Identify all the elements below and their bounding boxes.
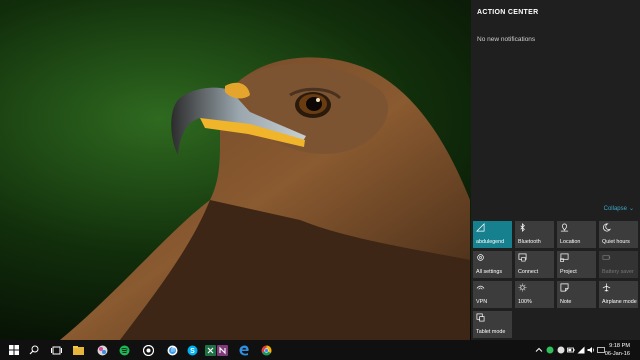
taskbar-app-skype[interactable]: S — [182, 340, 202, 360]
chevron-up-icon[interactable] — [535, 346, 543, 354]
quick-action-tablet-mode[interactable]: Tablet mode — [473, 311, 512, 338]
quick-action-location[interactable]: Location — [557, 221, 596, 248]
taskbar-app-file-explorer[interactable] — [68, 340, 88, 360]
quick-action-label: Airplane mode — [602, 299, 637, 305]
svg-text:S: S — [190, 348, 195, 355]
search-icon — [29, 345, 39, 355]
quick-action-label: Battery saver — [602, 269, 634, 275]
groove-icon — [142, 344, 154, 356]
taskbar-clock[interactable]: 9:18 PM 06-Jan-16 — [605, 342, 630, 358]
media-player-icon — [97, 345, 107, 355]
taskbar: S 9:18 PM 06-Jan-16 — [0, 340, 640, 360]
skype-icon: S — [187, 345, 197, 355]
quick-action-label: Note — [560, 299, 572, 305]
moon-icon — [603, 223, 611, 232]
battery-icon — [602, 255, 611, 260]
location-icon — [560, 223, 569, 232]
keyboard-icon[interactable] — [597, 346, 605, 354]
action-center-title: ACTION CENTER — [477, 9, 539, 16]
quick-action-battery-saver: Battery saver — [599, 251, 638, 278]
tablet-icon — [476, 313, 485, 322]
quick-action-label: 100% — [518, 299, 532, 305]
taskbar-app-edge[interactable] — [234, 340, 254, 360]
clock-time: 9:18 PM — [609, 343, 630, 349]
quick-action-airplane-mode[interactable]: Airplane mode — [599, 281, 638, 308]
quick-action-project[interactable]: Project — [557, 251, 596, 278]
clock-date: 06-Jan-16 — [604, 351, 630, 357]
connect-icon — [518, 253, 527, 262]
search-button[interactable] — [24, 340, 44, 360]
quick-action-connect[interactable]: Connect — [515, 251, 554, 278]
tray-cloud-icon[interactable] — [557, 346, 565, 354]
taskbar-app-onenote[interactable] — [212, 340, 232, 360]
wifi-icon — [476, 223, 485, 232]
quick-action-quiet-hours[interactable]: Quiet hours — [599, 221, 638, 248]
quick-action-bluetooth[interactable]: Bluetooth — [515, 221, 554, 248]
taskbar-app-media-player[interactable] — [92, 340, 112, 360]
action-center-panel: ACTION CENTER No new notifications Colla… — [471, 0, 640, 340]
quick-action-brightness[interactable]: 100% — [515, 281, 554, 308]
battery-icon[interactable] — [567, 346, 575, 354]
vpn-icon — [476, 285, 485, 290]
quick-action-label: Quiet hours — [602, 239, 630, 245]
collapse-label: Collapse — [603, 206, 627, 212]
taskbar-app-spotify[interactable] — [114, 340, 134, 360]
task-view-icon — [50, 346, 62, 354]
quick-action-vpn[interactable]: VPN — [473, 281, 512, 308]
quick-action-label: VPN — [476, 299, 488, 305]
chrome-icon — [261, 345, 271, 355]
volume-icon[interactable] — [587, 346, 595, 354]
quick-action-label: All settings — [476, 269, 503, 275]
quick-action-wifi[interactable]: abdulegend — [473, 221, 512, 248]
itunes-icon — [167, 345, 177, 355]
gear-icon — [477, 254, 484, 261]
task-view-button[interactable] — [46, 340, 66, 360]
onenote-icon — [216, 344, 228, 356]
airplane-icon — [602, 283, 611, 292]
edge-icon — [239, 344, 249, 355]
project-icon — [560, 253, 569, 262]
no-notifications-text: No new notifications — [477, 36, 536, 43]
wifi-icon[interactable] — [577, 346, 585, 354]
file-explorer-icon — [72, 345, 84, 355]
quick-action-label: Location — [560, 239, 581, 245]
taskbar-app-chrome[interactable] — [256, 340, 276, 360]
quick-action-note[interactable]: Note — [557, 281, 596, 308]
bluetooth-icon — [520, 223, 525, 232]
tray-app-icon[interactable] — [546, 346, 554, 354]
quick-action-label: Bluetooth — [518, 239, 541, 245]
taskbar-app-itunes[interactable] — [162, 340, 182, 360]
brightness-icon — [518, 283, 527, 292]
start-button[interactable] — [4, 340, 24, 360]
spotify-icon — [119, 345, 129, 355]
quick-action-label: abdulegend — [476, 239, 505, 245]
taskbar-app-groove[interactable] — [138, 340, 158, 360]
quick-action-label: Tablet mode — [476, 329, 506, 335]
windows-logo-icon — [9, 345, 19, 355]
collapse-link[interactable]: Collapse ⌄ — [602, 205, 634, 212]
quick-action-label: Connect — [518, 269, 539, 275]
quick-action-all-settings[interactable]: All settings — [473, 251, 512, 278]
quick-action-label: Project — [560, 269, 577, 275]
chevron-down-icon: ⌄ — [628, 206, 634, 212]
note-icon — [560, 283, 569, 292]
